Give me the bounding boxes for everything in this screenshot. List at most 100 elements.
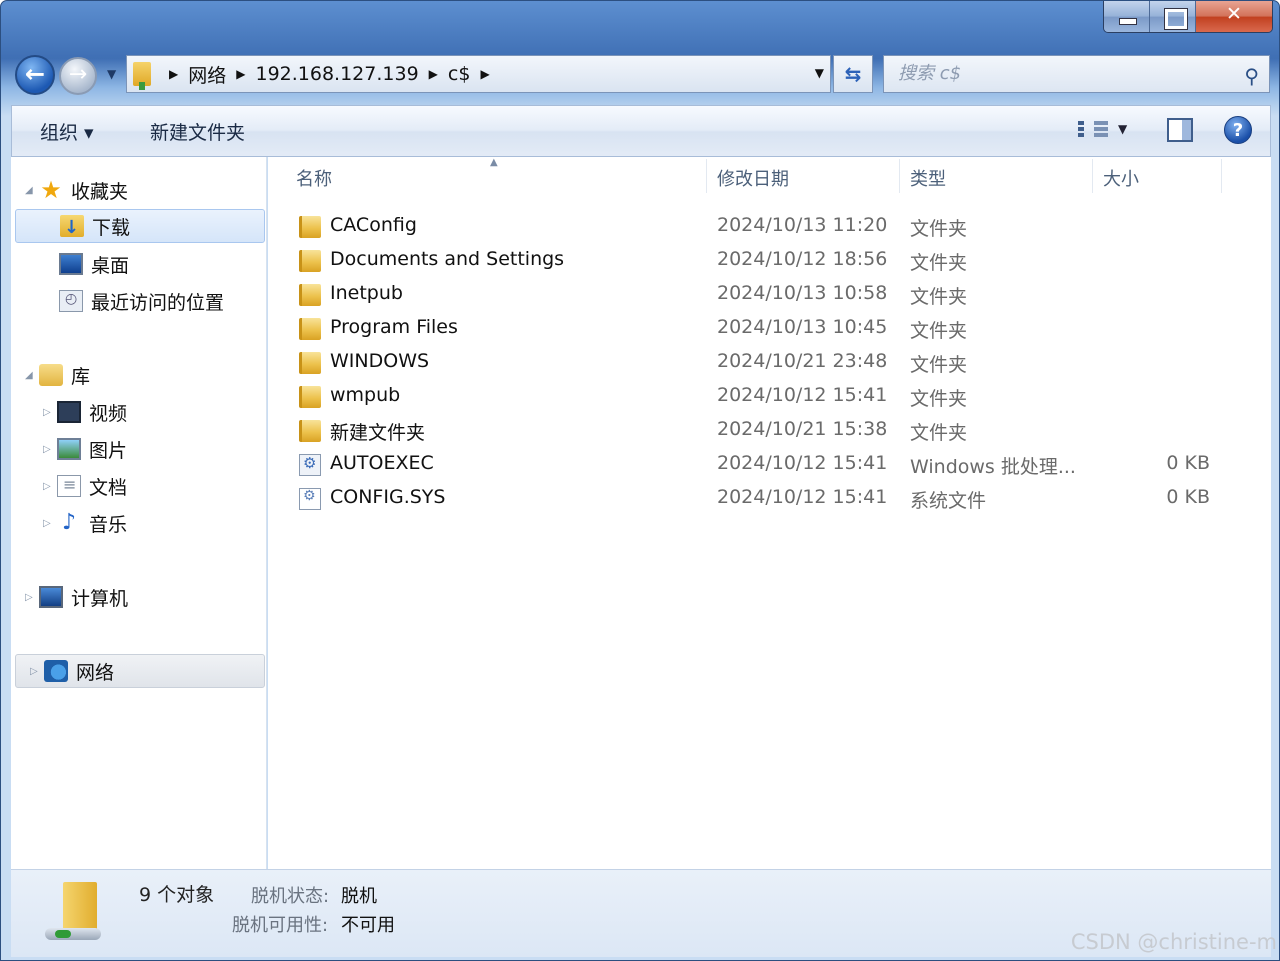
command-bar: 组织 ▾ 新建文件夹 ▼ ? (11, 105, 1271, 157)
file-type: 文件夹 (910, 422, 968, 444)
help-icon[interactable]: ? (1224, 116, 1252, 144)
expand-arrow-icon[interactable]: ▷ (43, 518, 57, 529)
breadcrumb-host[interactable]: 192.168.127.139 (255, 63, 418, 85)
address-dropdown-button[interactable]: ▼ (815, 66, 824, 80)
refresh-button[interactable]: ⇆ (833, 55, 873, 93)
file-row[interactable]: CAConfig 2024/10/13 11:20 文件夹 (296, 210, 1256, 244)
sidebar-label: 库 (71, 365, 91, 388)
navigation-pane: ◢ ★ 收藏夹 下载 桌面 最近访问的位置 ◢ 库 ▷ 视频 ▷ (11, 157, 267, 869)
file-type: 文件夹 (910, 388, 968, 410)
sidebar-item-music[interactable]: ▷ ♪ 音乐 (43, 506, 127, 540)
caption-buttons (1103, 1, 1273, 33)
folder-icon (299, 250, 321, 272)
search-icon[interactable]: ⚲ (1244, 64, 1259, 88)
view-options-icon[interactable] (1078, 119, 1108, 143)
column-divider[interactable] (1092, 159, 1093, 193)
view-dropdown-button[interactable]: ▼ (1118, 122, 1127, 136)
network-icon (44, 660, 68, 682)
sidebar-item-videos[interactable]: ▷ 视频 (43, 395, 127, 429)
sidebar-label: 视频 (89, 402, 128, 425)
sidebar-item-pictures[interactable]: ▷ 图片 (43, 432, 127, 466)
file-name: CAConfig (330, 214, 417, 236)
minimize-button[interactable] (1104, 1, 1150, 32)
column-header-name[interactable]: 名称 (296, 165, 332, 191)
collapse-arrow-icon[interactable]: ◢ (25, 185, 39, 196)
file-modified-date: 2024/10/12 18:56 (717, 248, 888, 270)
breadcrumb-network[interactable]: 网络 (188, 61, 226, 88)
breadcrumb-share[interactable]: c$ (448, 63, 471, 85)
folder-icon (299, 216, 321, 238)
column-divider[interactable] (706, 159, 707, 193)
sidebar-item-desktop[interactable]: 桌面 (59, 247, 129, 281)
file-modified-date: 2024/10/12 15:41 (717, 452, 888, 474)
forward-button[interactable]: → (59, 57, 97, 95)
file-row[interactable]: wmpub 2024/10/12 15:41 文件夹 (296, 380, 1256, 414)
chevron-right-icon[interactable]: ▶ (169, 67, 178, 81)
sidebar-label: 计算机 (71, 587, 129, 610)
expand-arrow-icon[interactable]: ▷ (25, 592, 39, 603)
file-row[interactable]: Documents and Settings 2024/10/12 18:56 文件… (296, 244, 1256, 278)
expand-arrow-icon[interactable]: ▷ (30, 666, 44, 677)
recent-pages-dropdown[interactable]: ▼ (107, 67, 116, 81)
expand-arrow-icon[interactable]: ▷ (43, 481, 57, 492)
column-header-type[interactable]: 类型 (910, 165, 946, 191)
file-modified-date: 2024/10/21 15:38 (717, 418, 888, 440)
chevron-right-icon[interactable]: ▶ (236, 67, 245, 81)
offline-status-label: 脱机状态: (251, 886, 330, 907)
file-row[interactable]: Program Files 2024/10/13 10:45 文件夹 (296, 312, 1256, 346)
expand-arrow-icon[interactable]: ▷ (43, 407, 57, 418)
chevron-right-icon[interactable]: ▶ (429, 67, 438, 81)
organize-menu-button[interactable]: 组织 ▾ (40, 118, 94, 145)
picture-icon (57, 438, 81, 460)
collapse-arrow-icon[interactable]: ◢ (25, 370, 39, 381)
sidebar-label: 音乐 (89, 513, 128, 536)
sidebar-label: 图片 (89, 439, 128, 462)
search-box[interactable]: ⚲ (883, 55, 1270, 93)
explorer-window: ← → ▼ ▶ 网络 ▶ 192.168.127.139 ▶ c$ ▶ ▼ ⇆ … (0, 0, 1280, 961)
preview-pane-icon[interactable] (1167, 118, 1193, 142)
video-icon (57, 401, 81, 423)
network-folder-icon (133, 62, 151, 90)
file-name: Inetpub (330, 282, 403, 304)
offline-folder-icon (45, 878, 103, 944)
address-bar[interactable]: ▶ 网络 ▶ 192.168.127.139 ▶ c$ ▶ ▼ (126, 55, 831, 93)
sidebar-item-recent-places[interactable]: 最近访问的位置 (59, 284, 224, 318)
file-type: 系统文件 (910, 490, 987, 512)
sidebar-item-favorites[interactable]: ◢ ★ 收藏夹 (25, 173, 128, 207)
file-size: 0 KB (1166, 486, 1210, 508)
desktop-icon (59, 253, 83, 275)
new-folder-button[interactable]: 新建文件夹 (150, 118, 245, 145)
maximize-button[interactable] (1150, 1, 1196, 32)
folder-icon (299, 420, 321, 442)
sort-ascending-icon: ▲ (490, 157, 498, 168)
sidebar-item-network[interactable]: ▷ 网络 (15, 654, 265, 688)
search-input[interactable] (884, 56, 1214, 90)
sidebar-item-libraries[interactable]: ◢ 库 (25, 358, 90, 392)
sidebar-item-downloads[interactable]: 下载 (15, 209, 265, 243)
offline-status-value: 脱机 (341, 886, 377, 907)
file-row[interactable]: AUTOEXEC 2024/10/12 15:41 Windows 批处理... 0 … (296, 448, 1256, 482)
sidebar-item-documents[interactable]: ▷ 文档 (43, 469, 127, 503)
file-row[interactable]: Inetpub 2024/10/13 10:58 文件夹 (296, 278, 1256, 312)
item-count: 9 个对象 (139, 884, 215, 906)
file-modified-date: 2024/10/12 15:41 (717, 486, 888, 508)
column-divider[interactable] (899, 159, 900, 193)
file-row[interactable]: CONFIG.SYS 2024/10/12 15:41 系统文件 0 KB (296, 482, 1256, 516)
downloads-folder-icon (60, 215, 84, 238)
close-button[interactable] (1196, 1, 1272, 32)
file-name: wmpub (330, 384, 401, 406)
sidebar-item-computer[interactable]: ▷ 计算机 (25, 580, 128, 614)
column-header-size[interactable]: 大小 (1103, 165, 1139, 191)
file-row[interactable]: 新建文件夹 2024/10/21 15:38 文件夹 (296, 414, 1256, 448)
column-divider[interactable] (1221, 159, 1222, 193)
chevron-right-icon[interactable]: ▶ (480, 67, 489, 81)
folder-icon (299, 318, 321, 340)
file-row[interactable]: WINDOWS 2024/10/21 23:48 文件夹 (296, 346, 1256, 380)
sidebar-label: 下载 (92, 216, 131, 239)
sidebar-label: 桌面 (91, 254, 130, 277)
folder-icon (299, 284, 321, 306)
back-button[interactable]: ← (15, 55, 55, 95)
expand-arrow-icon[interactable]: ▷ (43, 444, 57, 455)
file-modified-date: 2024/10/21 23:48 (717, 350, 888, 372)
column-header-modified[interactable]: 修改日期 (717, 165, 789, 191)
